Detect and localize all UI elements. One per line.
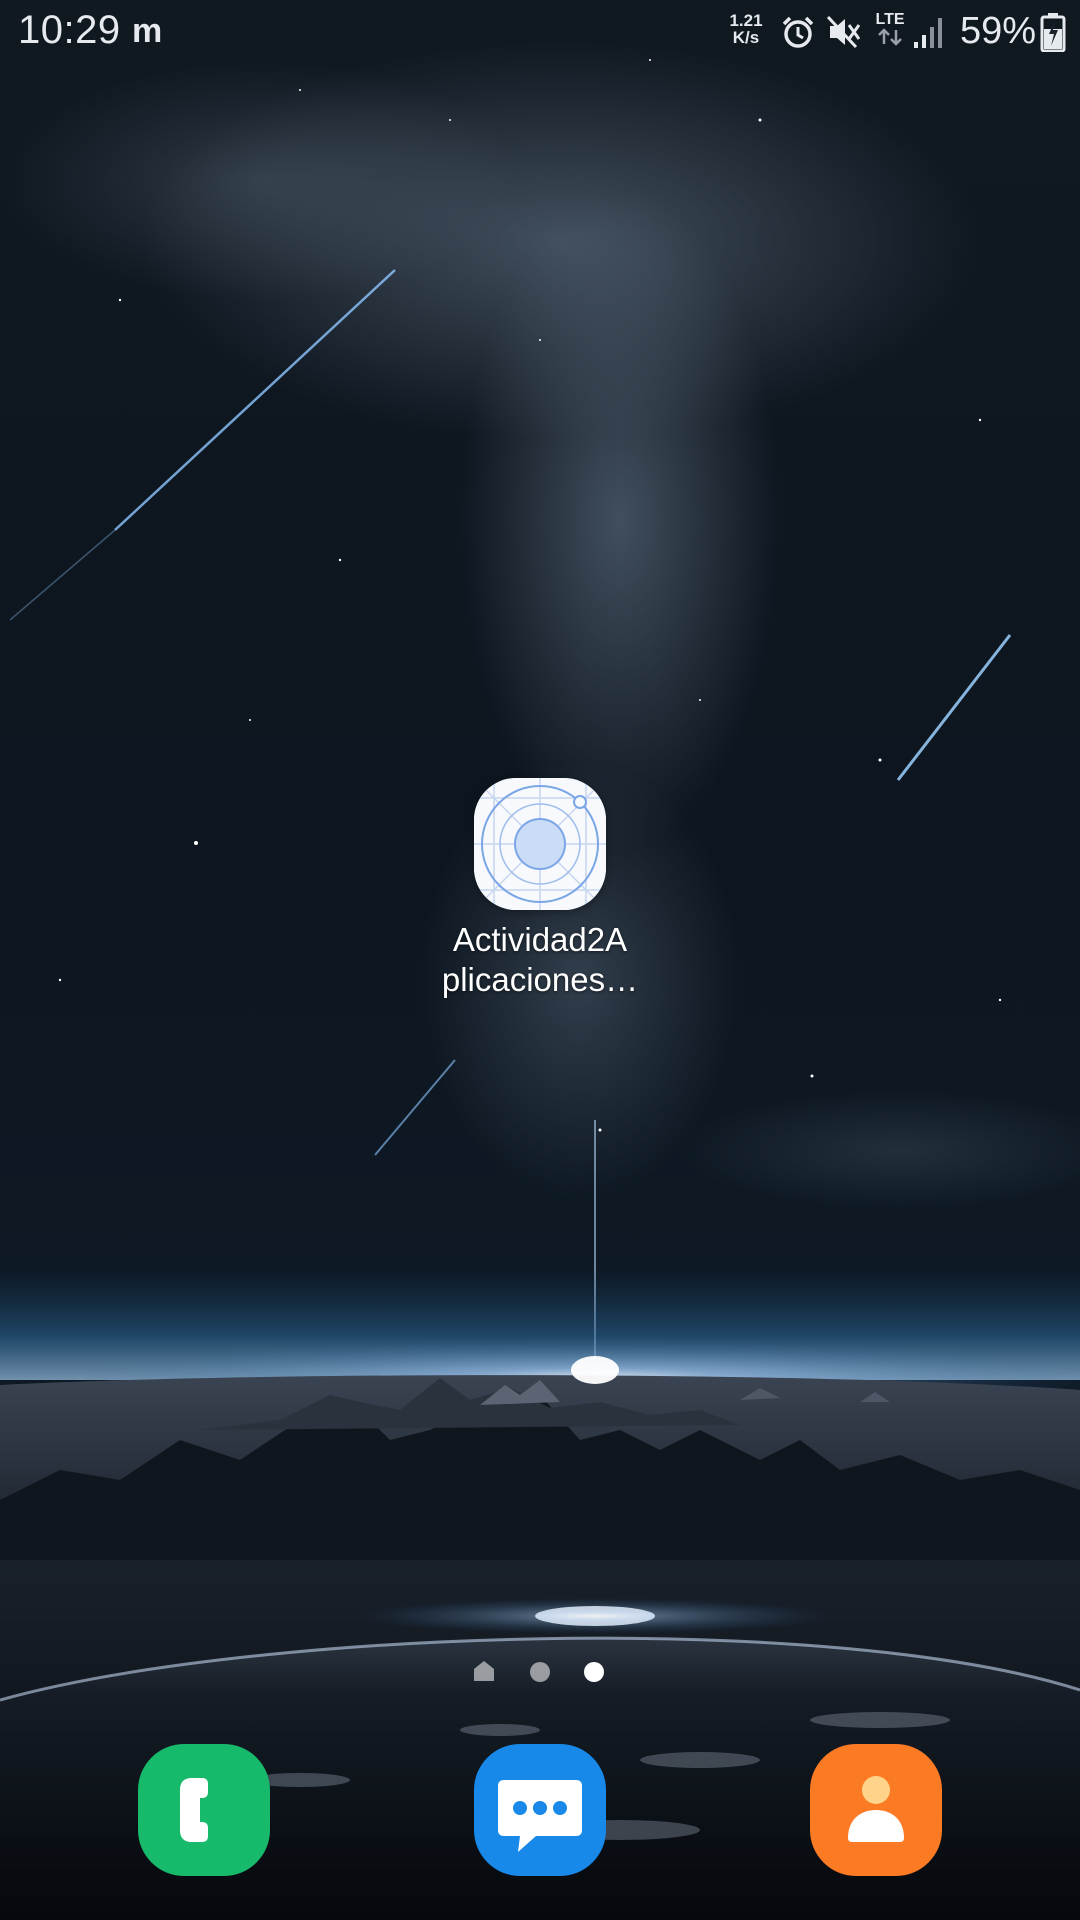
status-bar: 10:29 m 1.21 K/s LTE 59% bbox=[0, 0, 1080, 64]
contacts-icon bbox=[848, 1776, 904, 1842]
home-screen: 10:29 m 1.21 K/s LTE 59% Actividad2A pli… bbox=[0, 0, 1080, 1920]
app-label-line1: Actividad2A bbox=[452, 921, 628, 958]
messages-icon bbox=[498, 1780, 582, 1852]
mute-icon bbox=[826, 15, 861, 49]
lte-label: LTE bbox=[875, 11, 905, 28]
app-radar-graphic bbox=[474, 778, 606, 910]
m-notification-icon: m bbox=[132, 12, 162, 48]
lte-indicator: LTE bbox=[870, 12, 910, 50]
network-speed-unit: K/s bbox=[732, 28, 760, 47]
alarm-icon bbox=[782, 16, 814, 48]
data-arrows-icon bbox=[878, 28, 902, 46]
page-dot-active[interactable] bbox=[584, 1662, 604, 1682]
app-label[interactable]: Actividad2A plicaciones… bbox=[410, 920, 670, 1000]
network-speed-value: 1.21 bbox=[729, 11, 763, 30]
contacts-app[interactable] bbox=[810, 1744, 942, 1876]
phone-app[interactable] bbox=[138, 1744, 270, 1876]
messages-app[interactable] bbox=[474, 1744, 606, 1876]
page-dot[interactable] bbox=[530, 1662, 550, 1682]
app-label-line2: plicaciones… bbox=[441, 961, 639, 998]
svg-text:m: m bbox=[132, 12, 162, 48]
battery-icon bbox=[1040, 13, 1066, 52]
app-radar-icon[interactable] bbox=[474, 778, 606, 910]
home-page-indicator-icon[interactable] bbox=[473, 1660, 495, 1682]
battery-percent: 59% bbox=[960, 10, 1037, 52]
page-indicator bbox=[470, 1658, 610, 1686]
clock: 10:29 bbox=[18, 8, 121, 52]
signal-icon bbox=[914, 18, 942, 48]
network-speed: 1.21 K/s bbox=[720, 12, 772, 46]
phone-icon bbox=[180, 1778, 208, 1842]
